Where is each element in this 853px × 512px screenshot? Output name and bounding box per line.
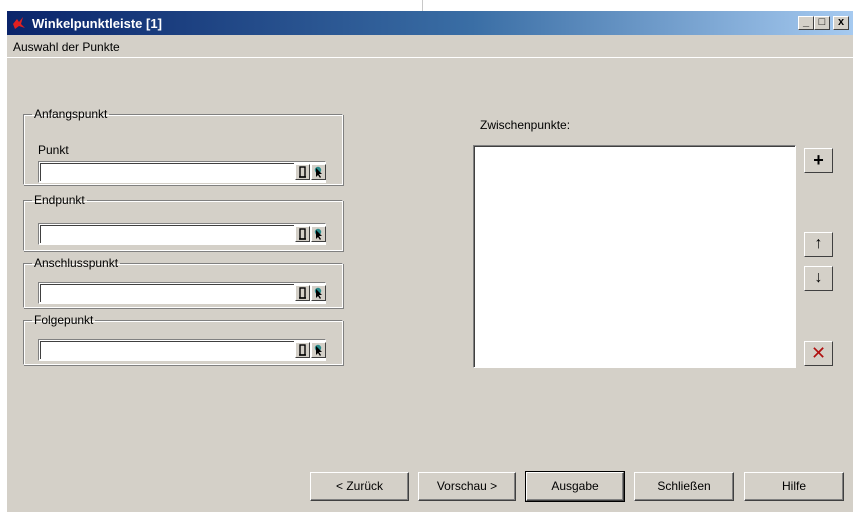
- folgepunkt-graphic-pick-button[interactable]: [311, 342, 326, 358]
- anfangspunkt-graphic-pick-button[interactable]: [311, 164, 326, 180]
- move-up-button[interactable]: ↑: [804, 232, 833, 257]
- folgepunkt-list-button[interactable]: [295, 342, 310, 358]
- group-anfangspunkt-legend: Anfangspunkt: [34, 107, 108, 121]
- endpunkt-input[interactable]: [40, 225, 294, 243]
- anschlusspunkt-input[interactable]: [40, 284, 294, 302]
- group-anschlusspunkt: Anschlusspunkt: [23, 256, 343, 308]
- help-button[interactable]: Hilfe: [744, 472, 844, 501]
- anfangspunkt-list-button[interactable]: [295, 164, 310, 180]
- tab-auswahl-der-punkte[interactable]: Auswahl der Punkte: [13, 40, 120, 54]
- app-icon: [11, 15, 27, 31]
- punkt-label: Punkt: [38, 143, 69, 157]
- folgepunkt-input[interactable]: [40, 341, 294, 359]
- group-folgepunkt: Folgepunkt: [23, 313, 343, 365]
- endpunkt-graphic-pick-button[interactable]: [311, 226, 326, 242]
- anschlusspunkt-graphic-pick-button[interactable]: [311, 285, 326, 301]
- list-pick-icon: [299, 344, 306, 356]
- title-bar[interactable]: Winkelpunktleiste [1] _ □ x: [7, 11, 853, 35]
- group-anschlusspunkt-legend: Anschlusspunkt: [34, 256, 119, 270]
- anfangspunkt-field: [38, 161, 326, 183]
- window-title: Winkelpunktleiste [1]: [32, 16, 162, 31]
- group-folgepunkt-legend: Folgepunkt: [34, 313, 94, 327]
- dialog-window: Winkelpunktleiste [1] _ □ x Auswahl der …: [7, 11, 853, 512]
- close-window-button[interactable]: x: [833, 16, 849, 30]
- zwischenpunkte-label: Zwischenpunkte:: [480, 118, 571, 132]
- endpunkt-field: [38, 223, 326, 245]
- background-window-strip: [0, 0, 853, 11]
- delete-point-button[interactable]: ✕: [804, 341, 833, 366]
- anschlusspunkt-field: [38, 282, 326, 304]
- maximize-button[interactable]: □: [814, 16, 830, 30]
- anfangspunkt-input[interactable]: [40, 163, 294, 181]
- cursor-pick-icon: [314, 166, 322, 178]
- cursor-pick-icon: [314, 287, 322, 299]
- menu-bar: Auswahl der Punkte: [7, 35, 853, 58]
- group-endpunkt-legend: Endpunkt: [34, 193, 85, 207]
- list-pick-icon: [299, 228, 306, 240]
- zwischenpunkte-list[interactable]: [473, 145, 796, 368]
- list-pick-icon: [299, 166, 306, 178]
- background-divider: [422, 0, 423, 11]
- endpunkt-list-button[interactable]: [295, 226, 310, 242]
- back-button[interactable]: < Zurück: [310, 472, 409, 501]
- output-button[interactable]: Ausgabe: [525, 471, 625, 502]
- add-point-button[interactable]: +: [804, 148, 833, 173]
- menu-divider: [7, 57, 853, 58]
- group-endpunkt: Endpunkt: [23, 193, 343, 251]
- close-button[interactable]: Schließen: [634, 472, 734, 501]
- preview-button[interactable]: Vorschau >: [418, 472, 516, 501]
- group-anfangspunkt: Anfangspunkt Punkt: [23, 107, 343, 185]
- list-pick-icon: [299, 287, 306, 299]
- minimize-button[interactable]: _: [798, 16, 814, 30]
- anschlusspunkt-list-button[interactable]: [295, 285, 310, 301]
- cursor-pick-icon: [314, 228, 322, 240]
- folgepunkt-field: [38, 339, 326, 361]
- cursor-pick-icon: [314, 344, 322, 356]
- move-down-button[interactable]: ↓: [804, 266, 833, 291]
